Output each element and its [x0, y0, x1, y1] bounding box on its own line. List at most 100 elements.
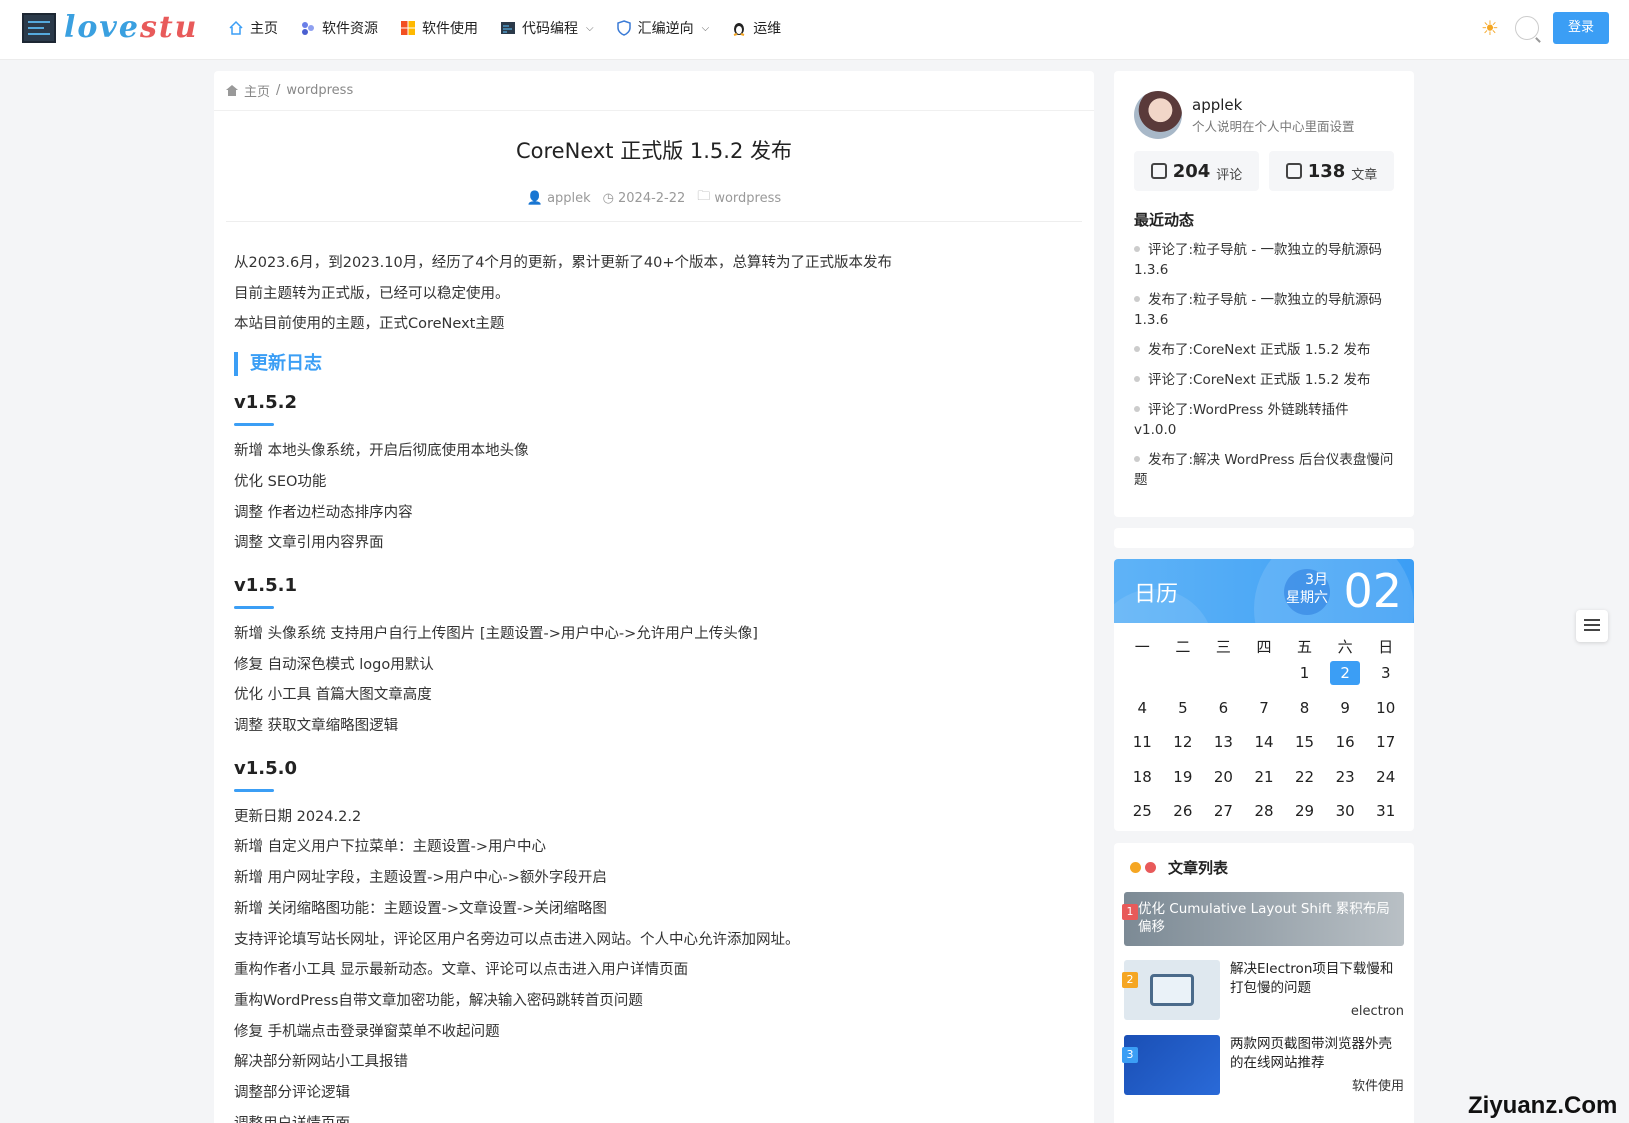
recent-item[interactable]: 发布了:解决 WordPress 后台仪表盘慢问题 [1134, 450, 1394, 490]
login-button[interactable]: 登录 [1553, 12, 1609, 44]
calendar-day-cell[interactable]: 4 [1122, 696, 1163, 731]
nav-label: 汇编逆向 [637, 21, 694, 37]
nav-ops[interactable]: 运维 [731, 18, 781, 38]
article-info: 解决Electron项目下载慢和打包慢的问题 electron [1230, 960, 1404, 1021]
nav-software-usage[interactable]: 软件使用 [400, 18, 478, 38]
table-of-contents-icon[interactable] [1576, 610, 1608, 642]
site-logo[interactable]: lovestu [22, 10, 199, 45]
calendar-day-cell[interactable]: 28 [1244, 799, 1285, 831]
post-date: 2024-2-22 [618, 190, 686, 206]
calendar-day-cell[interactable]: 11 [1122, 730, 1163, 765]
article-list-item-featured[interactable]: 1 优化 Cumulative Layout Shift 累积布局偏移 [1122, 892, 1404, 946]
changelog-item: 调整 作者边栏动态排序内容 [234, 504, 413, 521]
article-card: 主页 / wordpress CoreNext 正式版 1.5.2 发布 👤 ap… [214, 71, 1094, 1123]
author-header: applek 个人说明在个人中心里面设置 [1134, 91, 1394, 139]
nav-label: 软件使用 [422, 21, 478, 37]
home-icon [228, 20, 244, 36]
nav-programming[interactable]: 代码编程 ⌵ [500, 18, 594, 38]
calendar-today[interactable]: 2 [1330, 661, 1361, 685]
article-title: 解决Electron项目下载慢和打包慢的问题 [1230, 961, 1394, 996]
calendar-month: 3月 [1305, 572, 1328, 588]
dot-icon [1130, 862, 1141, 873]
changelog-item: 重构WordPress自带文章加密功能，解决输入密码跳转首页问题 [234, 992, 643, 1009]
changelog-item: 新增 头像系统 支持用户自行上传图片 [主题设置->用户中心->允许用户上传头像… [234, 625, 758, 642]
article-body: 从2023.6月，到2023.10月，经历了4个月的更新，累计更新了40+个版本… [214, 222, 1094, 1123]
calendar-day-cell[interactable]: 31 [1365, 799, 1406, 831]
calendar-day-cell[interactable]: 30 [1325, 799, 1366, 831]
calendar-month-weekday: 3月 星期六 [1286, 571, 1328, 607]
calendar-weekday-header: 日 [1378, 638, 1394, 656]
changelog-item: 调整 获取文章缩略图逻辑 [234, 718, 399, 735]
calendar-day-cell[interactable]: 20 [1203, 765, 1244, 800]
nav-assembly-reverse[interactable]: 汇编逆向 ⌵ [616, 18, 709, 38]
document-icon [1285, 163, 1302, 179]
comments-label: 评论 [1216, 167, 1243, 183]
calendar-day-cell[interactable]: 25 [1122, 799, 1163, 831]
recent-item[interactable]: 评论了:WordPress 外链跳转插件 v1.0.0 [1134, 400, 1394, 440]
calendar-day-cell[interactable]: 23 [1325, 765, 1366, 800]
calendar-empty-cell [1163, 661, 1204, 696]
calendar-day-cell[interactable]: 3 [1365, 661, 1406, 696]
recent-item[interactable]: 评论了:CoreNext 正式版 1.5.2 发布 [1134, 370, 1394, 390]
windows-icon [400, 20, 416, 36]
calendar-day-cell[interactable]: 10 [1365, 696, 1406, 731]
author-description: 个人说明在个人中心里面设置 [1192, 118, 1355, 134]
article-tag[interactable]: electron [1230, 1002, 1404, 1021]
article-tag[interactable]: 软件使用 [1230, 1077, 1404, 1096]
recent-item[interactable]: 评论了:粒子导航 - 一款独立的导航源码 1.3.6 [1134, 240, 1394, 280]
author-name[interactable]: applek [1192, 96, 1355, 114]
meta-author[interactable]: 👤 applek [527, 187, 591, 209]
calendar-day-cell[interactable]: 7 [1244, 696, 1285, 731]
main-nav: 主页 软件资源 软件使用 代码编程 ⌵ 汇编逆向 ⌵ 运维 [228, 18, 781, 38]
breadcrumb-current[interactable]: wordpress [286, 83, 353, 98]
nav-software-resources[interactable]: 软件资源 [300, 18, 378, 38]
recent-activity-list: 评论了:粒子导航 - 一款独立的导航源码 1.3.6 发布了:粒子导航 - 一款… [1134, 240, 1394, 490]
breadcrumb-home[interactable]: 主页 [244, 81, 270, 100]
calendar-day-cell[interactable]: 8 [1284, 696, 1325, 731]
article-list-item[interactable]: 2 解决Electron项目下载慢和打包慢的问题 electron [1122, 960, 1404, 1021]
calendar-day-cell[interactable]: 5 [1163, 696, 1204, 731]
calendar-day-cell[interactable]: 27 [1203, 799, 1244, 831]
calendar-day-cell[interactable]: 14 [1244, 730, 1285, 765]
nav-label: 软件资源 [322, 21, 378, 37]
calendar-day-cell[interactable]: 15 [1284, 730, 1325, 765]
chevron-down-icon: ⌵ [586, 22, 594, 34]
article-list-heading: 文章列表 [1124, 857, 1404, 878]
calendar-day-cell[interactable]: 12 [1163, 730, 1204, 765]
calendar-day-cell[interactable]: 26 [1163, 799, 1204, 831]
calendar-day-cell[interactable]: 9 [1325, 696, 1366, 731]
calendar-day-cell[interactable]: 16 [1325, 730, 1366, 765]
calendar-day-cell[interactable]: 1 [1284, 661, 1325, 696]
article-list-item[interactable]: 3 两款网页截图带浏览器外壳的在线网站推荐 软件使用 [1122, 1035, 1404, 1096]
terminal-icon [500, 20, 516, 36]
search-icon[interactable] [1515, 16, 1539, 40]
calendar-day-cell[interactable]: 19 [1163, 765, 1204, 800]
recent-item[interactable]: 发布了:粒子导航 - 一款独立的导航源码 1.3.6 [1134, 290, 1394, 330]
recent-item[interactable]: 发布了:CoreNext 正式版 1.5.2 发布 [1134, 340, 1394, 360]
avatar[interactable] [1134, 91, 1182, 139]
changelog-item: 更新日期 2024.2.2 [234, 808, 362, 825]
calendar-day-cell[interactable]: 29 [1284, 799, 1325, 831]
calendar-day-cell[interactable]: 21 [1244, 765, 1285, 800]
changelog-item: 支持评论填写站长网址，评论区用户名旁边可以点击进入网站。个人中心允许添加网址。 [234, 931, 800, 948]
changelog-item: 新增 自定义用户下拉菜单：主题设置->用户中心 [234, 839, 546, 856]
author-widget: applek 个人说明在个人中心里面设置 204 评论 138 文章 最近动态 … [1114, 71, 1414, 517]
calendar-day-cell[interactable]: 24 [1365, 765, 1406, 800]
calendar-day-cell[interactable]: 2 [1325, 661, 1366, 696]
calendar-day-cell[interactable]: 17 [1365, 730, 1406, 765]
article-meta: 👤 applek ◷ 2024-2-22 🗀 wordpress [214, 187, 1094, 209]
calendar-day-cell[interactable]: 18 [1122, 765, 1163, 800]
calendar-day-cell[interactable]: 6 [1203, 696, 1244, 731]
calendar-weekday-header: 六 [1337, 638, 1353, 656]
calendar-weekday-header: 四 [1256, 638, 1272, 656]
nav-label: 运维 [753, 21, 782, 37]
meta-category[interactable]: 🗀 wordpress [697, 187, 781, 209]
calendar-day-cell[interactable]: 13 [1203, 730, 1244, 765]
theme-toggle-sun-icon[interactable]: ☀ [1479, 17, 1501, 39]
calendar-weekday: 星期六 [1286, 590, 1328, 606]
calendar-weekday-header: 二 [1175, 638, 1191, 656]
nav-home[interactable]: 主页 [228, 18, 278, 38]
calendar-weekday-header: 一 [1134, 638, 1150, 656]
posts-count: 138 [1307, 160, 1346, 182]
calendar-day-cell[interactable]: 22 [1284, 765, 1325, 800]
